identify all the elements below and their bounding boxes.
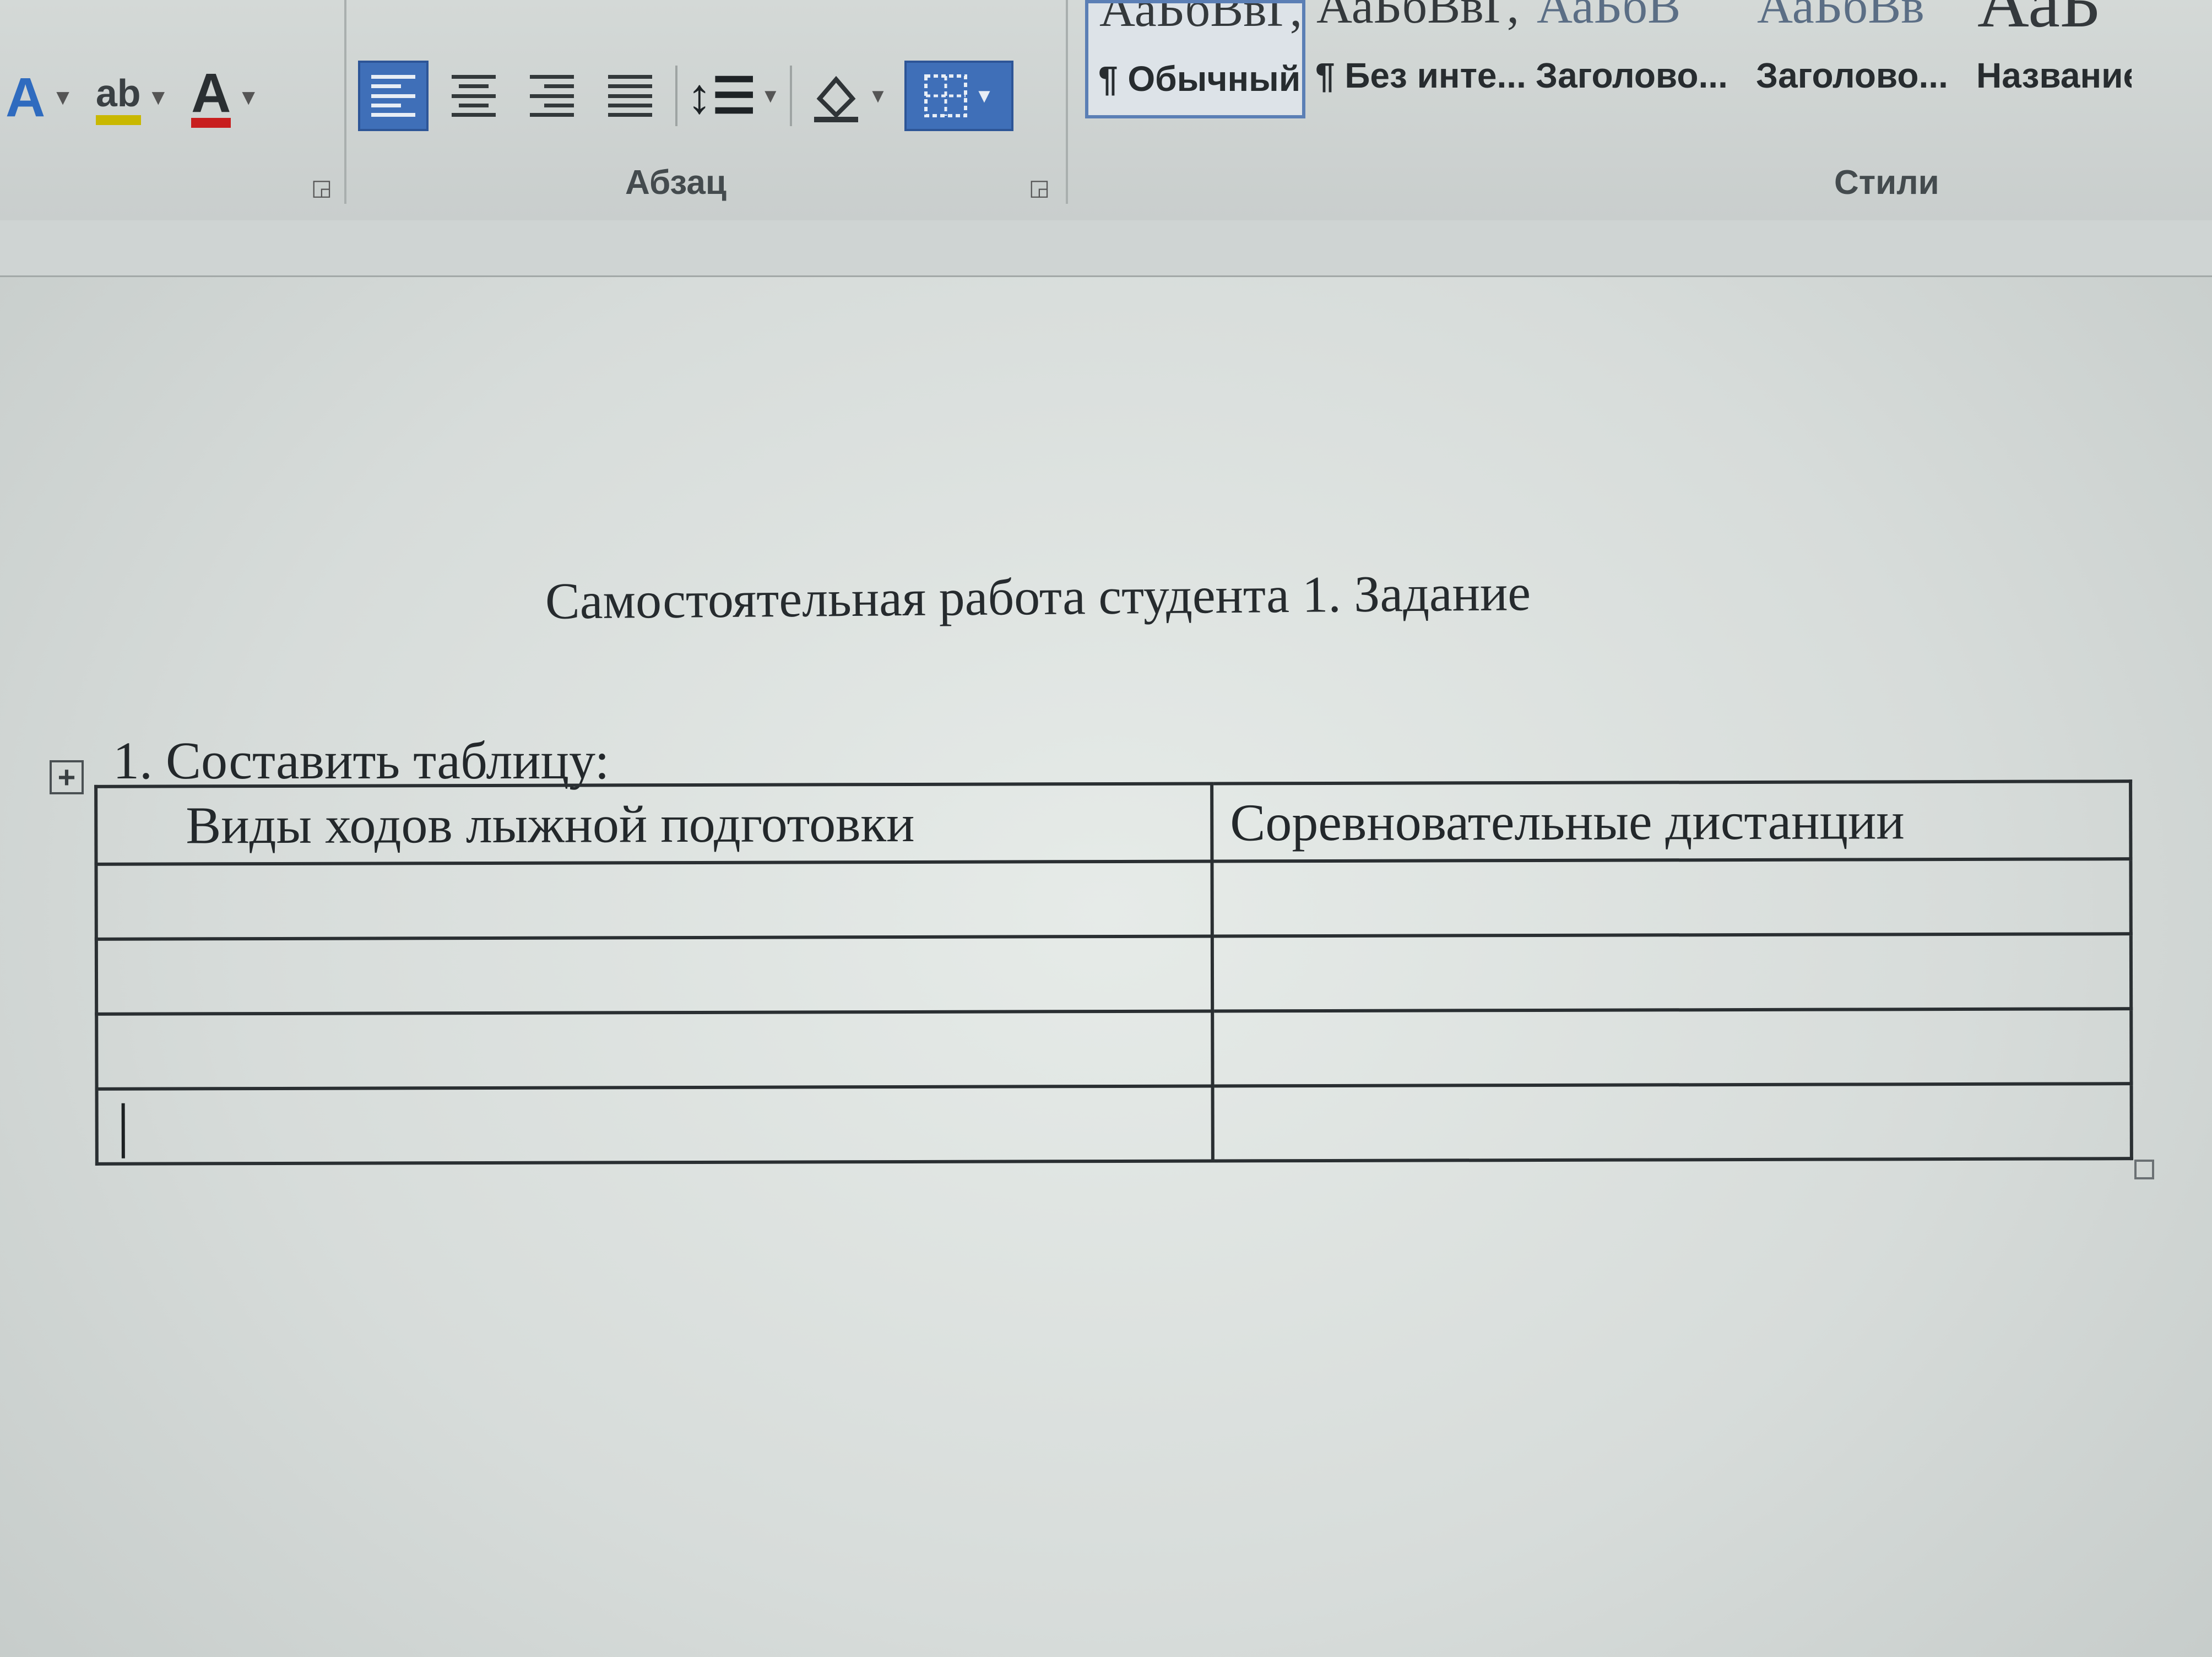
table-cell[interactable]	[1212, 1009, 2132, 1086]
shading-button[interactable]: ▼	[804, 63, 892, 129]
table-header-row: Виды ходов лыжной подготовки Соревновате…	[96, 781, 2131, 864]
paragraph-dialog-launcher-icon[interactable]: ◲	[1029, 175, 1050, 201]
font-color-icon: A	[191, 66, 231, 128]
chevron-down-icon[interactable]: ▼	[148, 85, 170, 110]
style-preview: АаБбВвГ,	[1099, 0, 1303, 37]
table-cell[interactable]	[1212, 934, 2132, 1011]
task-text[interactable]: 1. Составить таблицу:	[113, 730, 609, 791]
line-spacing-icon: ↕☰	[687, 68, 757, 124]
align-right-button[interactable]	[519, 63, 585, 129]
align-center-button[interactable]	[441, 63, 507, 129]
style-heading-1[interactable]: АаБбВ Заголово...	[1526, 0, 1746, 118]
style-preview: АаБбВв	[1757, 0, 1924, 34]
style-preview: АаБбВвГ,	[1316, 0, 1520, 34]
table-cell-active[interactable]	[96, 1086, 1213, 1164]
styles-group-label: Стили	[1834, 164, 1939, 202]
style-preview: АаБбВ	[1537, 0, 1681, 34]
style-normal[interactable]: АаБбВвГ, ¶ Обычный	[1085, 0, 1305, 118]
font-dialog-launcher-icon[interactable]: ◲	[311, 175, 332, 201]
chevron-down-icon[interactable]: ▼	[974, 84, 994, 107]
table-row	[96, 1009, 2132, 1089]
styles-gallery: АаБбВвГ, ¶ Обычный АаБбВвГ, ¶ Без инте..…	[1085, 0, 2132, 118]
style-name: ¶ Обычный	[1098, 59, 1301, 99]
table-cell[interactable]	[96, 936, 1213, 1014]
document-table: Виды ходов лыжной подготовки Соревновате…	[94, 779, 2133, 1166]
justify-icon	[608, 75, 652, 117]
align-center-icon	[452, 75, 496, 117]
style-name: Название	[1976, 56, 2132, 95]
table-cell[interactable]	[1212, 1084, 2132, 1161]
table-row	[96, 934, 2132, 1014]
text-effects-button[interactable]: A ▼	[6, 66, 74, 129]
table-row	[96, 1084, 2132, 1164]
style-name: Заголово...	[1536, 56, 1728, 95]
paragraph-group-label: Абзац	[625, 164, 727, 202]
table-header-cell[interactable]: Соревновательные дистанции	[1212, 781, 2131, 862]
ribbon: A ▼ ab ▼ A ▼ ↕☰ ▼ ▼ ▼ ◲ Абзац ◲ АаБбВвГ,…	[0, 0, 2212, 223]
text-cursor	[121, 1103, 125, 1158]
borders-icon	[924, 74, 968, 117]
style-name: Заголово...	[1756, 56, 1948, 95]
justify-button[interactable]	[597, 63, 663, 129]
style-no-spacing[interactable]: АаБбВвГ, ¶ Без инте...	[1305, 0, 1526, 118]
paragraph-row: ↕☰ ▼ ▼ ▼	[358, 61, 1013, 131]
align-left-button[interactable]	[358, 61, 429, 131]
group-separator	[1066, 0, 1068, 204]
chevron-down-icon[interactable]: ▼	[237, 85, 259, 110]
text-effects-icon: A	[6, 67, 46, 128]
line-spacing-button[interactable]: ↕☰ ▼	[687, 63, 780, 129]
chevron-down-icon[interactable]: ▼	[52, 85, 74, 110]
highlight-color-button[interactable]: ab ▼	[95, 71, 170, 125]
separator	[675, 66, 677, 126]
group-separator	[344, 0, 346, 204]
table-cell[interactable]	[96, 861, 1212, 939]
table-resize-handle-icon[interactable]	[2134, 1160, 2154, 1179]
style-heading-2[interactable]: АаБбВв Заголово...	[1746, 0, 1966, 118]
table-row	[96, 859, 2131, 939]
font-format-row: A ▼ ab ▼ A ▼	[6, 66, 259, 129]
table-move-handle-icon[interactable]: +	[50, 760, 84, 794]
document-title[interactable]: Самостоятельная работа студента 1. Задан…	[545, 563, 1531, 631]
chevron-down-icon[interactable]: ▼	[868, 84, 888, 107]
chevron-down-icon[interactable]: ▼	[761, 84, 780, 107]
table-header-cell[interactable]: Виды ходов лыжной подготовки	[96, 783, 1212, 864]
paint-bucket-icon	[814, 75, 859, 122]
table-cell[interactable]	[1212, 859, 2131, 936]
table-cell[interactable]	[96, 1011, 1213, 1089]
style-preview: АаБ	[1977, 0, 2101, 42]
style-title[interactable]: АаБ Название	[1966, 0, 2132, 118]
font-color-button[interactable]: A ▼	[191, 66, 259, 128]
align-right-icon	[530, 75, 574, 117]
separator	[790, 66, 792, 126]
align-left-icon	[371, 75, 415, 117]
highlighter-icon: ab	[95, 71, 141, 125]
ruler-area	[0, 220, 2212, 277]
style-name: ¶ Без инте...	[1315, 56, 1526, 95]
borders-button[interactable]: ▼	[904, 61, 1013, 131]
